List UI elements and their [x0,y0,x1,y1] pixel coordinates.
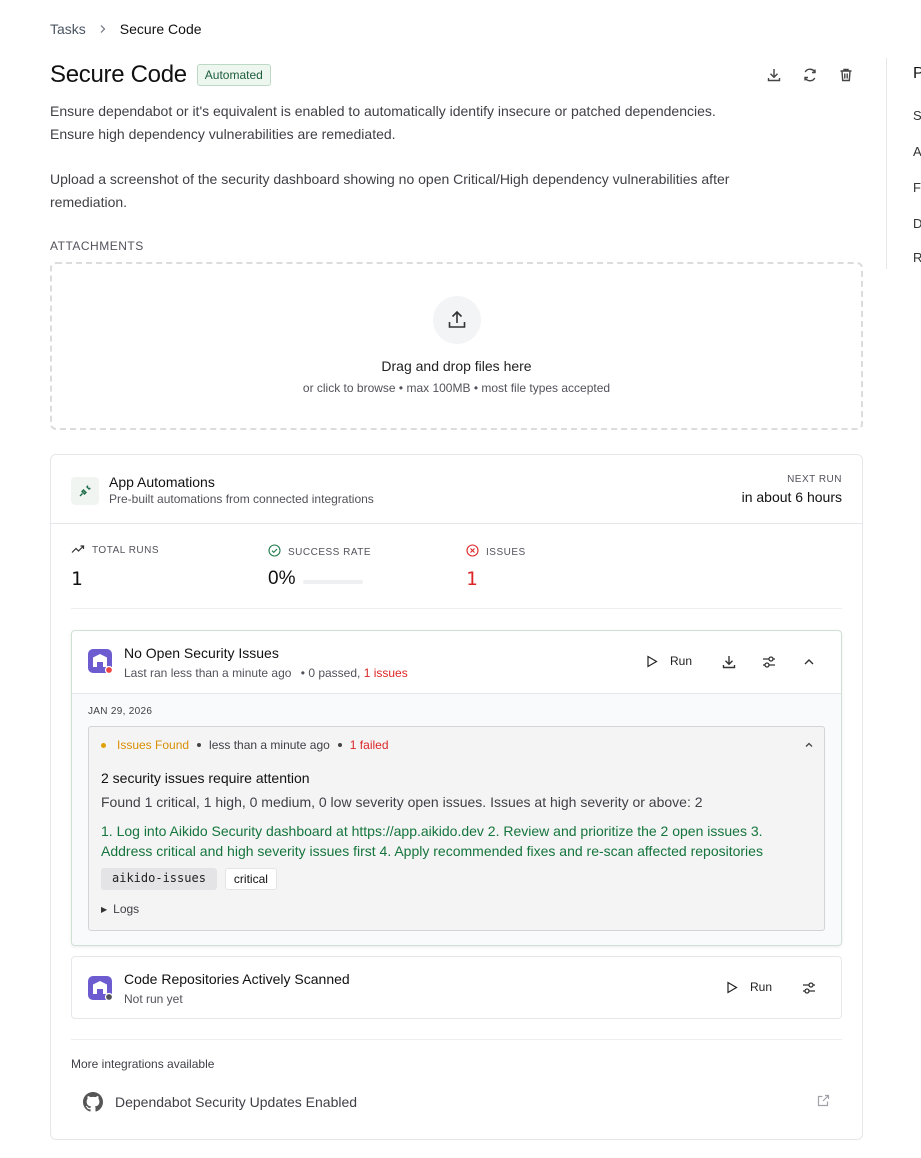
rail-heading: P [913,65,921,82]
play-icon [727,980,738,994]
automations-title: App Automations [109,474,215,490]
tag: aikido-issues [101,868,217,890]
download-icon[interactable] [765,66,783,84]
description-paragraph-2: Upload a screenshot of the security dash… [50,171,730,210]
plug-icon [71,477,99,505]
trash-icon[interactable] [837,66,855,84]
description-paragraph-1: Ensure dependabot or it's equivalent is … [50,103,716,142]
run-label: Run [750,980,773,994]
breadcrumb: Tasks Secure Code [50,21,202,37]
automation-title: No Open Security Issues [124,645,279,661]
rail-item[interactable]: A [913,144,921,159]
header-actions [765,66,855,84]
tag: critical [224,868,277,890]
settings-sliders-icon[interactable] [800,979,818,997]
run-time: less than a minute ago [209,738,330,752]
run-button[interactable]: Run [726,980,772,994]
breadcrumb-tasks-link[interactable]: Tasks [50,21,86,37]
dropzone-title: Drag and drop files here [381,358,532,374]
run-label: Run [670,654,693,668]
success-rate-value: 0% [268,568,296,589]
automation-meta: Not run yet [124,992,183,1006]
dropzone-subtitle: or click to browse • max 100MB • most fi… [302,381,611,395]
breadcrumb-current: Secure Code [119,21,202,37]
automation-item-repos-scanned[interactable]: Code Repositories Actively Scanned Not r… [71,956,842,1019]
automated-badge: Automated [196,64,271,86]
rail-item[interactable]: D [913,216,921,231]
check-circle-icon [268,544,281,560]
success-rate-label: SUCCESS RATE [288,546,372,558]
status-text: Issues Found [117,738,190,752]
external-link-icon[interactable] [817,1094,830,1112]
automation-meta: Last ran less than a minute ago • 0 pass… [124,666,408,680]
next-run-label: NEXT RUN [787,474,842,485]
automation-run-details: JAN 29, 2026 Issues Found less than a mi… [72,693,841,945]
rail-item[interactable]: S [913,108,921,123]
integration-name: Dependabot Security Updates Enabled [115,1094,358,1110]
x-circle-icon [466,544,479,560]
automation-item-no-open-issues[interactable]: No Open Security Issues Last ran less th… [71,630,842,946]
total-runs-label: TOTAL RUNS [92,545,160,556]
integration-dependabot[interactable]: Dependabot Security Updates Enabled [71,1085,842,1117]
github-icon [83,1092,103,1112]
result-heading: 2 security issues require attention [101,770,310,786]
automations-header: App Automations Pre-built automations fr… [51,455,862,524]
logs-toggle[interactable]: ▶ Logs [101,902,139,916]
rail-item[interactable]: R [913,250,921,265]
next-run-value: in about 6 hours [741,489,842,505]
refresh-icon[interactable] [801,66,819,84]
issues-label: ISSUES [486,546,526,558]
failed-count: 1 failed [349,738,389,752]
remediation-steps: 1. Log into Aikido Security dashboard at… [101,823,763,859]
status-dot [101,742,106,748]
issues-value: 1 [466,568,478,590]
passed-count: • 0 passed, [300,666,361,680]
attachments-label: ATTACHMENTS [50,239,144,253]
run-result-header: Issues Found less than a minute ago 1 fa… [101,738,389,752]
issues-count: 1 issues [363,666,408,680]
upload-icon [432,296,481,344]
run-date: JAN 29, 2026 [88,706,153,717]
automation-stats: TOTAL RUNS 1 SUCCESS RATE 0% ISSUES 1 [71,525,842,609]
last-ran-text: Last ran less than a minute ago [124,666,292,680]
trending-up-icon [71,544,85,557]
success-rate-bar [303,580,364,584]
aikido-logo-icon [88,976,114,1002]
page-header: Secure Code Automated [50,61,271,89]
run-button[interactable]: Run [646,654,692,668]
aikido-logo-icon [88,649,114,675]
more-integrations-label: More integrations available [71,1057,215,1071]
app-automations-card: App Automations Pre-built automations fr… [50,454,863,1140]
run-result: Issues Found less than a minute ago 1 fa… [88,726,825,931]
result-tags: aikido-issues critical [101,868,277,890]
logs-label: Logs [113,902,140,916]
right-sidebar: P S A Fi D R [886,58,921,269]
chevron-up-icon[interactable] [800,653,818,671]
chevron-right-icon [98,24,108,34]
attachment-dropzone[interactable]: Drag and drop files here or click to bro… [50,262,863,430]
task-description: Ensure dependabot or it's equivalent is … [50,100,750,214]
play-icon [647,654,658,668]
chevron-up-icon[interactable] [804,737,814,755]
triangle-right-icon: ▶ [101,904,108,914]
download-icon[interactable] [720,653,738,671]
page-title: Secure Code [50,61,187,88]
divider [71,1039,842,1040]
automation-title: Code Repositories Actively Scanned [124,971,350,987]
total-runs-value: 1 [71,568,83,590]
automations-subtitle: Pre-built automations from connected int… [109,492,374,506]
result-summary: Found 1 critical, 1 high, 0 medium, 0 lo… [101,794,703,810]
settings-sliders-icon[interactable] [760,653,778,671]
rail-item[interactable]: Fi [913,180,921,195]
